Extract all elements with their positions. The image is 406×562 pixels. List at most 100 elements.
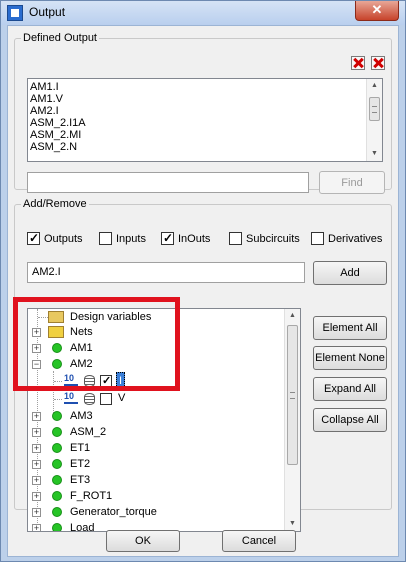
nets-folder-icon xyxy=(48,326,64,338)
expand-plus-icon[interactable]: + xyxy=(32,492,41,501)
expand-plus-icon[interactable]: + xyxy=(32,444,41,453)
tree-node-label: V xyxy=(118,392,126,404)
app-icon xyxy=(7,5,23,21)
list-item[interactable]: AM1.V xyxy=(28,93,382,105)
tree-node-label: ET3 xyxy=(70,474,91,486)
status-dot-icon xyxy=(52,427,62,437)
expand-plus-icon[interactable]: + xyxy=(32,460,41,469)
expand-plus-icon[interactable]: + xyxy=(32,412,41,421)
outputs-checkbox-box[interactable] xyxy=(27,231,40,245)
expand-all-button[interactable]: Expand All xyxy=(313,377,387,401)
defined-output-group: Defined Output AM1.I AM1.V AM2.I ASM_2.I… xyxy=(14,32,392,194)
title-bar[interactable]: Output ✕ xyxy=(1,1,405,25)
tree-node-et1[interactable]: + ET1 xyxy=(28,440,288,456)
status-dot-icon xyxy=(52,359,62,369)
tree-node-label: ET1 xyxy=(70,442,91,454)
inputs-checkbox-box[interactable] xyxy=(99,232,112,245)
status-dot-icon xyxy=(52,459,62,469)
collapse-minus-icon[interactable]: − xyxy=(32,360,41,369)
delete-selected-icon[interactable] xyxy=(351,56,365,70)
tree-connector xyxy=(38,317,48,318)
expand-plus-icon[interactable]: + xyxy=(32,344,41,353)
outputs-checkbox[interactable]: Outputs xyxy=(27,231,83,246)
tree-node-et3[interactable]: + ET3 xyxy=(28,472,288,488)
defined-output-legend: Defined Output xyxy=(23,32,97,44)
list-item[interactable]: ASM_2.MI xyxy=(28,129,382,141)
element-tree[interactable]: Design variables + Nets + AM1 − AM2 10 ✓… xyxy=(27,308,301,532)
derivatives-checkbox-box[interactable] xyxy=(311,232,324,245)
cancel-button[interactable]: Cancel xyxy=(222,530,296,552)
collapse-all-button[interactable]: Collapse All xyxy=(313,408,387,432)
tree-node-am2[interactable]: − AM2 xyxy=(28,356,288,372)
tree-node-label: I xyxy=(116,372,126,390)
subcircuits-checkbox-box[interactable] xyxy=(229,232,242,245)
tree-connector xyxy=(54,381,62,382)
ok-button[interactable]: OK xyxy=(106,530,180,552)
scroll-thumb[interactable] xyxy=(369,97,380,121)
tree-node-label: ASM_2 xyxy=(70,426,107,438)
status-dot-icon xyxy=(52,443,62,453)
tree-node-et2[interactable]: + ET2 xyxy=(28,456,288,472)
expand-plus-icon[interactable]: + xyxy=(32,476,41,485)
status-dot-icon xyxy=(52,507,62,517)
outputs-checkbox-label: Outputs xyxy=(44,233,83,245)
tree-node-asm2[interactable]: + ASM_2 xyxy=(28,424,288,440)
list-item[interactable]: AM1.I xyxy=(28,81,382,93)
status-dot-icon xyxy=(52,491,62,501)
scroll-up-arrow-icon[interactable]: ▲ xyxy=(367,79,382,93)
tree-node-f-rot1[interactable]: + F_ROT1 xyxy=(28,488,288,504)
add-input[interactable]: AM2.I xyxy=(27,262,305,283)
tree-node-label: Load xyxy=(70,522,95,532)
element-none-button[interactable]: Element None xyxy=(313,346,387,370)
find-input[interactable] xyxy=(27,172,309,193)
add-remove-legend: Add/Remove xyxy=(23,198,87,210)
inouts-checkbox-box[interactable] xyxy=(161,231,174,245)
find-button[interactable]: Find xyxy=(319,171,385,194)
element-all-button[interactable]: Element All xyxy=(313,316,387,340)
defined-output-list[interactable]: AM1.I AM1.V AM2.I ASM_2.I1A ASM_2.MI ASM… xyxy=(27,78,383,162)
list-scrollbar[interactable]: ▲ ▼ xyxy=(366,79,382,161)
am2-v-checkbox[interactable] xyxy=(100,393,112,405)
tree-node-am3[interactable]: + AM3 xyxy=(28,408,288,424)
numeric-quantity-icon: 10 xyxy=(64,392,80,406)
list-item[interactable]: ASM_2.I1A xyxy=(28,117,382,129)
delete-all-icon[interactable] xyxy=(371,56,385,70)
status-dot-icon xyxy=(52,523,62,531)
tree-node-design-variables[interactable]: Design variables xyxy=(28,309,288,325)
database-icon xyxy=(84,393,95,405)
tree-node-label: Nets xyxy=(70,326,93,338)
tree-node-am2-v[interactable]: 10 V xyxy=(28,390,288,408)
expand-plus-icon[interactable]: + xyxy=(32,508,41,517)
inouts-checkbox[interactable]: InOuts xyxy=(161,231,211,246)
scroll-up-arrow-icon[interactable]: ▲ xyxy=(285,309,300,323)
tree-node-label: ET2 xyxy=(70,458,91,470)
status-dot-icon xyxy=(52,411,62,421)
derivatives-checkbox[interactable]: Derivatives xyxy=(311,232,382,246)
tree-scrollbar[interactable]: ▲ ▼ xyxy=(284,309,300,531)
scroll-thumb[interactable] xyxy=(287,325,298,465)
subcircuits-checkbox[interactable]: Subcircuits xyxy=(229,232,300,246)
numeric-quantity-icon: 10 xyxy=(64,374,80,388)
inputs-checkbox[interactable]: Inputs xyxy=(99,232,146,246)
design-variables-icon xyxy=(48,311,64,323)
expand-plus-icon[interactable]: + xyxy=(32,428,41,437)
derivatives-checkbox-label: Derivatives xyxy=(328,233,383,245)
list-item[interactable]: AM2.I xyxy=(28,105,382,117)
expand-plus-icon[interactable]: + xyxy=(32,328,41,337)
add-remove-group: Add/Remove Outputs Inputs InOuts Subcirc… xyxy=(14,198,392,532)
tree-node-nets[interactable]: + Nets xyxy=(28,324,288,340)
inouts-checkbox-label: InOuts xyxy=(178,233,211,245)
am2-i-checkbox[interactable] xyxy=(100,373,112,389)
close-button[interactable]: ✕ xyxy=(355,1,399,21)
tree-node-am2-i[interactable]: 10 I xyxy=(28,372,288,390)
expand-plus-icon[interactable]: + xyxy=(32,524,41,531)
tree-node-generator-torque[interactable]: + Generator_torque xyxy=(28,504,288,520)
tree-connector xyxy=(54,399,62,400)
scroll-down-arrow-icon[interactable]: ▼ xyxy=(367,147,382,161)
add-button[interactable]: Add xyxy=(313,261,387,285)
status-dot-icon xyxy=(52,475,62,485)
scroll-down-arrow-icon[interactable]: ▼ xyxy=(285,517,300,531)
tree-node-label: Design variables xyxy=(70,311,152,323)
list-item[interactable]: ASM_2.N xyxy=(28,141,382,153)
tree-node-am1[interactable]: + AM1 xyxy=(28,340,288,356)
